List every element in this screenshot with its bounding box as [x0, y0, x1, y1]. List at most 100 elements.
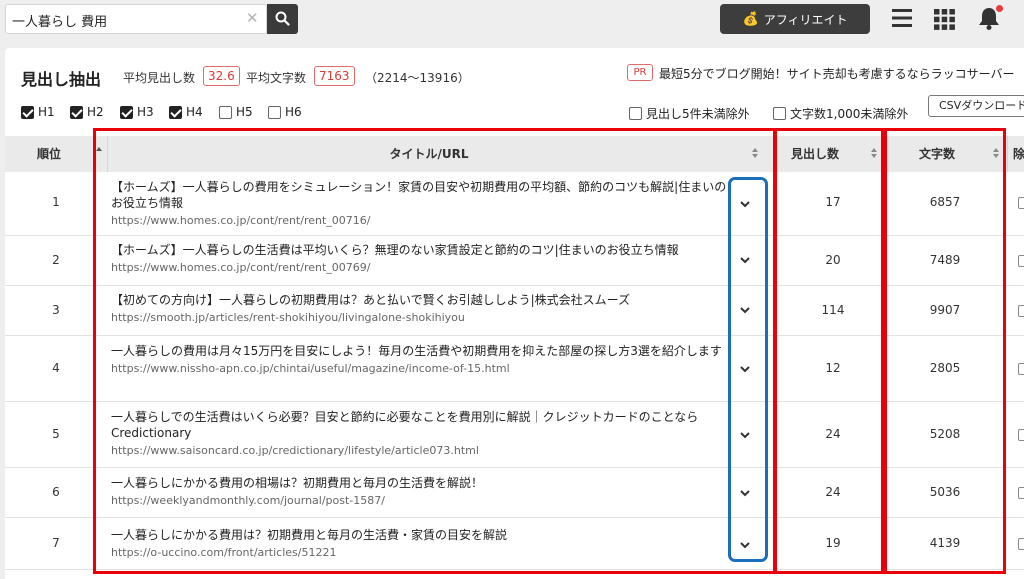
search-button[interactable]	[267, 4, 298, 34]
article-url[interactable]: https://www.homes.co.jp/cont/rent/rent_0…	[111, 261, 729, 275]
exclude-checkbox[interactable]	[1018, 255, 1024, 267]
filter-exclude-few-headings[interactable]: 見出し5件未満除外	[629, 105, 750, 122]
article-title[interactable]: 【ホームズ】一人暮らしの費用をシミュレーション！家賃の目安や初期費用の平均額、節…	[111, 180, 726, 210]
h4-checkbox[interactable]	[169, 105, 182, 119]
avg-chars-badge: 7163	[314, 66, 355, 86]
pr-link[interactable]: 最短5分でブログ開始！サイト売却も考慮するならラッコサーバー	[659, 65, 1015, 82]
pr-badge: PR	[627, 64, 653, 81]
h1-checkbox[interactable]	[21, 105, 34, 119]
article-url[interactable]: https://smooth.jp/articles/rent-shokihiy…	[111, 311, 729, 325]
rank-cell: 7	[52, 536, 60, 550]
char-count: 6857	[929, 195, 961, 209]
table-row: 7 一人暮らしにかかる費用は？初期費用と毎月の生活費・家賃の目安を解説 https…	[5, 518, 1024, 570]
h2-label: H2	[87, 105, 104, 119]
table-row: 4 一人暮らしの費用は月々15万円を目安にしよう！毎月の生活費や初期費用を抑えた…	[5, 336, 1024, 402]
header-rank[interactable]: 順位	[5, 136, 93, 172]
h4-label: H4	[186, 105, 203, 119]
article-url[interactable]: https://o-uccino.com/front/articles/5122…	[111, 546, 729, 560]
table-row: 2 【ホームズ】一人暮らしの生活費は平均いくら？無理のない家賃設定と節約のコツ|…	[5, 236, 1024, 286]
notification-dot	[996, 5, 1003, 12]
rank-cell: 6	[52, 485, 60, 499]
chevron-down-icon[interactable]	[739, 198, 751, 210]
char-count: 2805	[929, 361, 961, 375]
chevron-down-icon[interactable]	[739, 429, 751, 441]
char-count: 5036	[929, 485, 961, 499]
exclude-short-checkbox[interactable]	[773, 107, 786, 120]
article-title[interactable]: 【初めての方向け】一人暮らしの初期費用は？あと払いで賢くお引越ししよう|株式会社…	[111, 293, 630, 307]
chevron-down-icon[interactable]	[739, 254, 751, 266]
h5-checkbox[interactable]	[219, 105, 232, 119]
title-cell[interactable]: 一人暮らしでの生活費はいくら必要？目安と節約に必要なことを費用別に解説｜クレジッ…	[111, 409, 729, 458]
chevron-down-icon[interactable]	[739, 487, 751, 499]
sort-asc-icon[interactable]	[96, 147, 102, 151]
article-title[interactable]: 一人暮らしにかかる費用は？初期費用と毎月の生活費・家賃の目安を解説	[111, 528, 507, 542]
article-title[interactable]: 一人暮らしでの生活費はいくら必要？目安と節約に必要なことを費用別に解説｜クレジッ…	[111, 410, 698, 440]
h1-label: H1	[38, 105, 55, 119]
h2-checkbox[interactable]	[70, 105, 83, 119]
exclude-checkbox[interactable]	[1018, 363, 1024, 375]
headings-count: 17	[825, 195, 841, 209]
avg-headings-label: 平均見出し数	[123, 71, 196, 85]
filter-h4[interactable]: H4	[169, 105, 203, 119]
rank-cell: 2	[52, 253, 60, 267]
table-row: 5 一人暮らしでの生活費はいくら必要？目安と節約に必要なことを費用別に解説｜クレ…	[5, 402, 1024, 468]
content-panel: 見出し抽出 平均見出し数 32.6 平均文字数 7163 （2214〜13916…	[5, 48, 1024, 579]
header-chars[interactable]: 文字数	[883, 136, 991, 172]
rank-cell: 3	[52, 303, 60, 317]
title-cell[interactable]: 【ホームズ】一人暮らしの費用をシミュレーション！家賃の目安や初期費用の平均額、節…	[111, 179, 729, 228]
article-title[interactable]: 【ホームズ】一人暮らしの生活費は平均いくら？無理のない家賃設定と節約のコツ|住ま…	[111, 243, 679, 257]
affiliate-button[interactable]: 💰 アフィリエイト	[720, 4, 870, 34]
header-title[interactable]: タイトル/URL	[107, 136, 751, 172]
exclude-checkbox[interactable]	[1018, 538, 1024, 550]
article-url[interactable]: https://weeklyandmonthly.com/journal/pos…	[111, 494, 729, 508]
char-count: 5208	[929, 427, 961, 441]
title-cell[interactable]: 【ホームズ】一人暮らしの生活費は平均いくら？無理のない家賃設定と節約のコツ|住ま…	[111, 242, 729, 275]
h3-label: H3	[137, 105, 154, 119]
table-row: 1 【ホームズ】一人暮らしの費用をシミュレーション！家賃の目安や初期費用の平均額…	[5, 172, 1024, 236]
h3-checkbox[interactable]	[120, 105, 133, 119]
search-icon	[275, 11, 290, 26]
filter-h5[interactable]: H5	[219, 105, 253, 119]
chevron-down-icon[interactable]	[739, 539, 751, 551]
exclude-checkbox[interactable]	[1018, 197, 1024, 209]
filter-exclude-short[interactable]: 文字数1,000未満除外	[773, 105, 908, 122]
search-box: ✕	[5, 4, 267, 34]
header-headings[interactable]: 見出し数	[773, 136, 857, 172]
title-cell[interactable]: 一人暮らしにかかる費用は？初期費用と毎月の生活費・家賃の目安を解説 https:/…	[111, 527, 729, 560]
exclude-checkbox[interactable]	[1018, 429, 1024, 441]
article-title[interactable]: 一人暮らしにかかる費用の相場は？初期費用と毎月の生活費を解説！	[111, 476, 483, 490]
article-url[interactable]: https://www.saisoncard.co.jp/credictiona…	[111, 444, 729, 458]
headings-count: 20	[825, 253, 841, 267]
headings-count: 19	[825, 536, 841, 550]
filter-h1[interactable]: H1	[21, 105, 55, 119]
top-bar: ✕ 💰 アフィリエイト	[0, 0, 1024, 46]
title-cell[interactable]: 一人暮らしの費用は月々15万円を目安にしよう！毎月の生活費や初期費用を抑えた部屋…	[111, 343, 729, 376]
exclude-checkbox[interactable]	[1018, 487, 1024, 499]
title-cell[interactable]: 【初めての方向け】一人暮らしの初期費用は？あと払いで賢くお引越ししよう|株式会社…	[111, 292, 729, 325]
table-row: 3 【初めての方向け】一人暮らしの初期費用は？あと払いで賢くお引越ししよう|株式…	[5, 286, 1024, 336]
exclude-checkbox[interactable]	[1018, 305, 1024, 317]
hamburger-menu-icon[interactable]	[892, 9, 912, 27]
table-row: 6 一人暮らしにかかる費用の相場は？初期費用と毎月の生活費を解説！ https:/…	[5, 468, 1024, 518]
apps-grid-icon[interactable]	[934, 9, 955, 30]
affiliate-label: アフィリエイト	[763, 12, 848, 27]
article-url[interactable]: https://www.nissho-apn.co.jp/chintai/use…	[111, 362, 729, 376]
title-cell[interactable]: 一人暮らしにかかる費用の相場は？初期費用と毎月の生活費を解説！ https://w…	[111, 475, 729, 508]
h6-checkbox[interactable]	[268, 105, 281, 119]
page-title: 見出し抽出	[21, 70, 102, 89]
csv-download-button[interactable]: CSVダウンロード	[928, 95, 1024, 117]
filter-h2[interactable]: H2	[70, 105, 104, 119]
exclude-few-checkbox[interactable]	[629, 107, 642, 120]
article-url[interactable]: https://www.homes.co.jp/cont/rent/rent_0…	[111, 214, 729, 228]
filter-h3[interactable]: H3	[120, 105, 154, 119]
headings-count: 24	[825, 427, 841, 441]
exclude-short-label: 文字数1,000未満除外	[790, 107, 909, 121]
headings-count: 12	[825, 361, 841, 375]
chevron-down-icon[interactable]	[739, 363, 751, 375]
filter-h6[interactable]: H6	[268, 105, 302, 119]
headings-count: 114	[821, 303, 845, 317]
chevron-down-icon[interactable]	[739, 304, 751, 316]
article-title[interactable]: 一人暮らしの費用は月々15万円を目安にしよう！毎月の生活費や初期費用を抑えた部屋…	[111, 344, 722, 358]
clear-icon[interactable]: ✕	[246, 9, 259, 27]
search-input[interactable]	[12, 10, 242, 30]
